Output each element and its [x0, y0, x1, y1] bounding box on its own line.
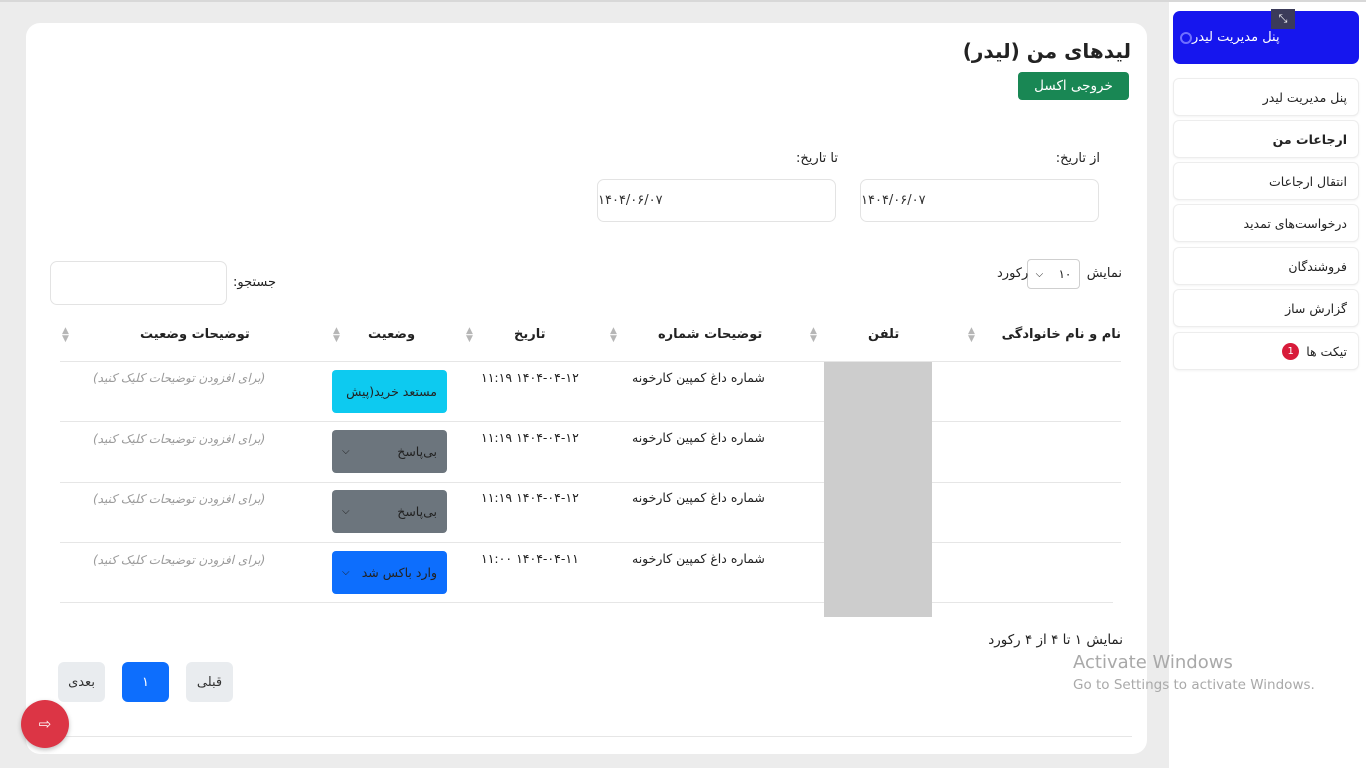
- sidebar-item-report-builder[interactable]: گزارش ساز: [1173, 289, 1359, 327]
- sort-icon[interactable]: ▲ ▼: [810, 327, 817, 344]
- header-divider: [60, 361, 1121, 362]
- sidebar-item-label: گزارش ساز: [1285, 300, 1347, 316]
- page-1-button[interactable]: ۱: [122, 662, 169, 702]
- column-header-date[interactable]: تاریخ: [514, 327, 546, 342]
- collapse-icon[interactable]: ⤡: [1271, 9, 1295, 29]
- table-info-text: نمایش ۱ تا ۴ از ۴ رکورد: [988, 632, 1123, 648]
- row-divider: [60, 542, 1121, 543]
- status-select[interactable]: وارد باکس شد ⌵: [332, 551, 447, 594]
- windows-watermark-subtitle: Go to Settings to activate Windows.: [1073, 677, 1315, 693]
- length-records-label: رکورد: [997, 266, 1029, 281]
- footer-divider: [52, 736, 1132, 737]
- sidebar-item-label: درخواست‌های تمدید: [1243, 215, 1347, 231]
- row-divider: [60, 602, 1113, 603]
- excel-export-button[interactable]: خروجی اکسل: [1018, 72, 1129, 100]
- status-value: بی‌پاسخ: [397, 444, 437, 459]
- column-header-phone[interactable]: تلفن: [868, 327, 899, 342]
- page-length-value: ۱۰: [1058, 267, 1072, 281]
- sidebar-item-transfer-referrals[interactable]: انتقال ارجاعات: [1173, 162, 1359, 200]
- top-border: [0, 0, 1366, 2]
- table-cell-date: ۱۴۰۴-۰۴-۱۲ ۱۱:۱۹: [481, 430, 579, 445]
- table-cell-description: شماره داغ کمپین کارخونه: [632, 370, 765, 385]
- page-title: لیدهای من (لیدر): [962, 39, 1131, 63]
- table-cell-description: شماره داغ کمپین کارخونه: [632, 551, 765, 566]
- table-cell-description: شماره داغ کمپین کارخونه: [632, 490, 765, 505]
- sidebar-item-sellers[interactable]: فروشندگان: [1173, 247, 1359, 285]
- status-value: وارد باکس شد: [361, 565, 437, 580]
- status-select[interactable]: بی‌پاسخ ⌵: [332, 490, 447, 533]
- search-input[interactable]: [50, 261, 227, 305]
- status-select[interactable]: بی‌پاسخ ⌵: [332, 430, 447, 473]
- main-card: لیدهای من (لیدر) خروجی اکسل از تاریخ: ۱۴…: [26, 23, 1147, 754]
- sort-icon[interactable]: ▲ ▼: [968, 327, 975, 344]
- chevron-down-icon: ⌵: [342, 446, 350, 457]
- sidebar-item-label: انتقال ارجاعات: [1269, 173, 1347, 189]
- table-cell-description: شماره داغ کمپین کارخونه: [632, 430, 765, 445]
- search-label: جستجو:: [233, 275, 277, 290]
- status-value: مستعد خرید(پیش: [346, 384, 437, 399]
- logout-button[interactable]: ⇨: [21, 700, 69, 748]
- column-header-name[interactable]: نام و نام خانوادگی: [1002, 327, 1121, 342]
- sidebar-item-extension-requests[interactable]: درخواست‌های تمدید: [1173, 204, 1359, 242]
- sort-icon[interactable]: ▲ ▼: [466, 327, 473, 344]
- table-cell-date: ۱۴۰۴-۰۴-۱۲ ۱۱:۱۹: [481, 490, 579, 505]
- table-cell-date: ۱۴۰۴-۰۴-۱۲ ۱۱:۱۹: [481, 370, 579, 385]
- chevron-down-icon: ⌵: [1035, 268, 1044, 280]
- to-date-input[interactable]: ۱۴۰۴/۰۶/۰۷: [597, 179, 836, 222]
- sort-icon[interactable]: ▲ ▼: [333, 327, 340, 344]
- status-note-placeholder[interactable]: (برای افزودن توضیحات کلیک کنید): [93, 553, 265, 567]
- page-length-select[interactable]: ⌵ ۱۰: [1027, 259, 1080, 289]
- row-divider: [60, 482, 1121, 483]
- from-date-input[interactable]: ۱۴۰۴/۰۶/۰۷: [860, 179, 1099, 222]
- column-header-status[interactable]: وضعیت: [368, 327, 415, 342]
- status-select[interactable]: مستعد خرید(پیش: [332, 370, 447, 413]
- column-header-status-notes[interactable]: توضیحات وضعیت: [140, 327, 250, 342]
- prev-page-button[interactable]: قبلی: [186, 662, 233, 702]
- sidebar-item-tickets[interactable]: تیکت ها 1: [1173, 332, 1359, 370]
- status-note-placeholder[interactable]: (برای افزودن توضیحات کلیک کنید): [93, 371, 265, 385]
- windows-watermark-title: Activate Windows: [1073, 652, 1233, 673]
- column-header-number-description[interactable]: توضیحات شماره: [658, 327, 762, 342]
- sort-icon[interactable]: ▲ ▼: [62, 327, 69, 344]
- sidebar-item-label: تیکت ها: [1306, 343, 1347, 359]
- panel-header-label: پنل مدیریت لیدر: [1192, 30, 1280, 45]
- next-page-button[interactable]: بعدی: [58, 662, 105, 702]
- row-divider: [60, 421, 1121, 422]
- logout-icon: ⇨: [38, 715, 52, 733]
- chevron-down-icon: ⌵: [342, 506, 350, 517]
- sidebar-item-leader-panel[interactable]: پنل مدیریت لیدر: [1173, 78, 1359, 116]
- sidebar-panel-header-button[interactable]: پنل مدیریت لیدر: [1173, 11, 1359, 64]
- chevron-down-icon: ⌵: [342, 567, 350, 578]
- dashboard-icon: [1180, 31, 1192, 44]
- status-note-placeholder[interactable]: (برای افزودن توضیحات کلیک کنید): [93, 492, 265, 506]
- status-note-placeholder[interactable]: (برای افزودن توضیحات کلیک کنید): [93, 432, 265, 446]
- phone-redacted-block: [824, 362, 932, 617]
- sidebar-item-label: پنل مدیریت لیدر: [1262, 89, 1347, 105]
- status-value: بی‌پاسخ: [397, 504, 437, 519]
- tickets-count-badge: 1: [1282, 342, 1300, 360]
- sidebar-item-my-referrals[interactable]: ارجاعات من: [1173, 120, 1359, 158]
- sidebar-item-label: ارجاعات من: [1272, 131, 1347, 147]
- from-date-label: از تاریخ:: [1055, 151, 1100, 166]
- table-cell-date: ۱۴۰۴-۰۴-۱۱ ۱۱:۰۰: [481, 551, 579, 566]
- sort-icon[interactable]: ▲ ▼: [610, 327, 617, 344]
- length-show-label: نمایش: [1086, 266, 1122, 281]
- to-date-label: تا تاریخ:: [796, 151, 838, 166]
- sidebar-item-label: فروشندگان: [1288, 258, 1347, 274]
